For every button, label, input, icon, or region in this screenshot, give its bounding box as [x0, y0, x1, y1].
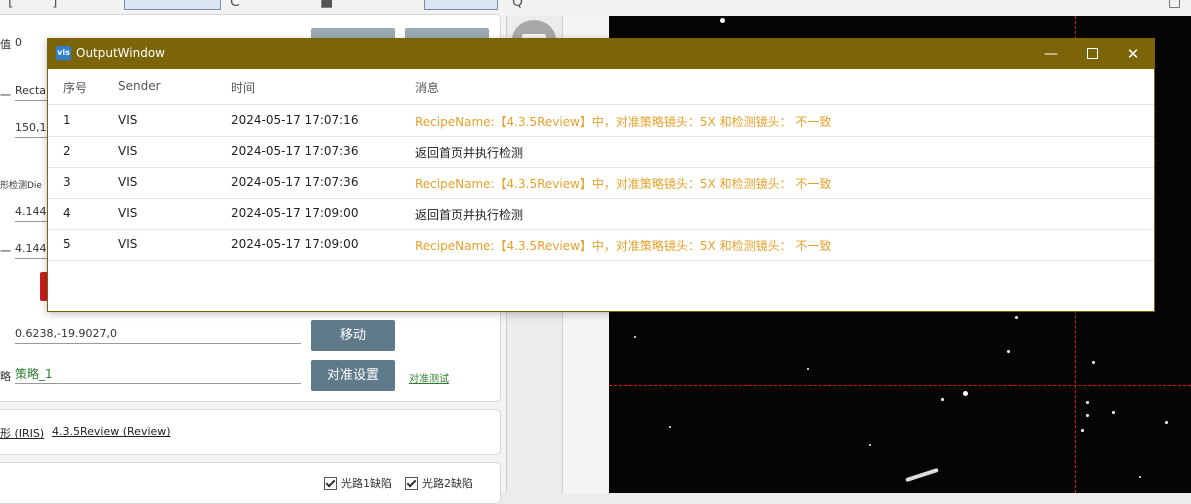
- table-row[interactable]: 5 VIS 2024-05-17 17:09:00 RecipeName:【4.…: [48, 229, 1154, 261]
- value-label-fragment: 值: [0, 38, 11, 51]
- cell-sender: VIS: [118, 175, 138, 189]
- search-icon[interactable]: Q: [512, 0, 523, 10]
- table-row[interactable]: 1 VIS 2024-05-17 17:07:16 RecipeName:【4.…: [48, 105, 1154, 137]
- output-window[interactable]: vis OutputWindow — ✕ 序号 Sender 时间 消息 1 V…: [47, 38, 1155, 312]
- die-label-fragment: 一: [0, 245, 11, 258]
- minimize-button[interactable]: —: [1028, 39, 1074, 69]
- die-field-2[interactable]: 4.144,: [15, 240, 50, 259]
- defect-particle: [1165, 421, 1168, 424]
- output-window-title-bar[interactable]: vis OutputWindow — ✕: [48, 39, 1154, 69]
- scratch-defect: [905, 467, 939, 483]
- recipe-name-link[interactable]: 4.3.5Review (Review): [52, 425, 171, 438]
- checkbox-path1-defect[interactable]: 光路1缺陷: [324, 475, 392, 491]
- cell-seq: 1: [63, 113, 71, 127]
- toolbar-input-2[interactable]: [424, 0, 498, 10]
- column-header-message[interactable]: 消息: [415, 79, 439, 96]
- cell-message: RecipeName:【4.3.5Review】中，对准策略镜头：5X 和检测镜…: [415, 177, 832, 191]
- bracket-icon[interactable]: ]: [52, 0, 57, 10]
- defect-particle: [941, 398, 944, 401]
- defect-particle: [963, 391, 968, 396]
- cell-message: 返回首页并执行检测: [415, 208, 524, 222]
- defect-particle: [1015, 316, 1018, 319]
- move-button[interactable]: 移动: [311, 320, 395, 351]
- checkbox-checked-icon[interactable]: [324, 476, 337, 490]
- cell-sender: VIS: [118, 237, 138, 251]
- align-settings-button[interactable]: 对准设置: [311, 360, 395, 391]
- column-header-time[interactable]: 时间: [231, 79, 255, 96]
- cell-sender: VIS: [118, 144, 138, 158]
- column-header-sender[interactable]: Sender: [118, 79, 161, 93]
- align-test-link[interactable]: 对准测试: [409, 370, 449, 385]
- cell-message: RecipeName:【4.3.5Review】中，对准策略镜头：5X 和检测镜…: [415, 239, 832, 253]
- defect-particle: [669, 426, 671, 428]
- defect-particle: [1139, 476, 1141, 478]
- cell-seq: 5: [63, 237, 71, 251]
- defect-particle: [1092, 361, 1095, 364]
- crosshair-horizontal: [609, 385, 1191, 386]
- grid-header-row: 序号 Sender 时间 消息: [48, 69, 1154, 105]
- toolbar-input-1[interactable]: [124, 0, 221, 10]
- column-header-seq[interactable]: 序号: [63, 79, 87, 96]
- vis-app-icon: vis: [56, 46, 71, 60]
- close-button[interactable]: ✕: [1110, 39, 1156, 69]
- table-row[interactable]: 3 VIS 2024-05-17 17:07:36 RecipeName:【4.…: [48, 167, 1154, 199]
- strategy-label: 略: [0, 370, 11, 383]
- checkbox-checked-icon[interactable]: [405, 476, 418, 490]
- checkbox-label: 光路1缺陷: [341, 477, 392, 490]
- defect-particle: [1007, 350, 1010, 353]
- maximize-icon: [1086, 48, 1098, 59]
- cell-sender: VIS: [118, 113, 138, 127]
- cell-message: RecipeName:【4.3.5Review】中，对准策略镜头：5X 和检测镜…: [415, 115, 832, 129]
- cell-seq: 2: [63, 144, 71, 158]
- output-log-grid: 序号 Sender 时间 消息 1 VIS 2024-05-17 17:07:1…: [48, 69, 1154, 311]
- strategy-field[interactable]: 策略_1: [15, 365, 301, 384]
- cell-time: 2024-05-17 17:07:36: [231, 144, 359, 158]
- defect-particle: [1086, 401, 1089, 404]
- minimize-icon: —: [1044, 46, 1058, 62]
- cell-time: 2024-05-17 17:09:00: [231, 206, 359, 220]
- table-row[interactable]: 4 VIS 2024-05-17 17:09:00 返回首页并执行检测: [48, 198, 1154, 230]
- cell-time: 2024-05-17 17:07:16: [231, 113, 359, 127]
- coordinate-field[interactable]: 0.6238,-19.9027,0: [15, 325, 301, 344]
- cell-time: 2024-05-17 17:07:36: [231, 175, 359, 189]
- die-field-1[interactable]: 4.144,: [15, 203, 50, 222]
- window-title: OutputWindow: [76, 46, 165, 60]
- defect-particle: [1081, 429, 1084, 432]
- cell-message: 返回首页并执行检测: [415, 146, 524, 160]
- defect-particle: [1112, 411, 1115, 414]
- cell-seq: 3: [63, 175, 71, 189]
- defect-particle: [869, 444, 871, 446]
- defect-particle: [807, 368, 809, 370]
- cell-seq: 4: [63, 206, 71, 220]
- rotate-icon[interactable]: C: [230, 0, 240, 10]
- defect-particle: [634, 336, 636, 338]
- square-icon[interactable]: ■: [320, 0, 333, 10]
- cell-time: 2024-05-17 17:09:00: [231, 237, 359, 251]
- size-field[interactable]: 150,15: [15, 119, 54, 138]
- shape-label-fragment: 一: [0, 89, 11, 102]
- die-detection-label: 形检测Die: [0, 181, 42, 191]
- close-icon: ✕: [1126, 45, 1140, 63]
- bracket-icon[interactable]: [: [8, 0, 13, 10]
- cell-sender: VIS: [118, 206, 138, 220]
- checkbox-path2-defect[interactable]: 光路2缺陷: [405, 475, 473, 491]
- value-field[interactable]: 0: [15, 34, 45, 52]
- table-row[interactable]: 2 VIS 2024-05-17 17:07:36 返回首页并执行检测: [48, 136, 1154, 168]
- window-icon[interactable]: □: [1168, 0, 1181, 10]
- defect-particle: [720, 18, 725, 23]
- recipe-prefix-link[interactable]: 形 (IRIS): [0, 425, 44, 441]
- shape-field[interactable]: Rectar: [15, 82, 51, 101]
- maximize-button[interactable]: [1069, 39, 1115, 69]
- checkbox-label: 光路2缺陷: [422, 477, 473, 490]
- defect-particle: [1086, 414, 1089, 417]
